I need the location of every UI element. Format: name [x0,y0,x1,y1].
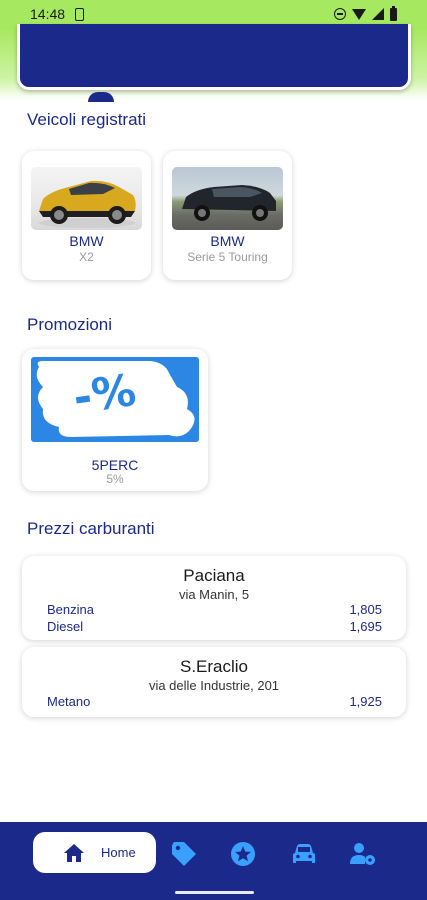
fuel-row: Diesel 1,695 [47,619,382,634]
promotion-value: 5% [106,472,124,486]
vehicle-photo-x2 [31,167,142,230]
tag-icon[interactable] [171,841,197,867]
sim-icon [75,7,85,21]
fuel-price: 1,695 [349,619,382,634]
fuel-row: Metano 1,925 [47,694,382,709]
fuel-price: 1,925 [349,694,382,709]
vehicle-model: Serie 5 Touring [187,250,268,264]
battery-icon [390,5,397,21]
status-time: 14:48 [30,6,66,22]
fuel-section-title: Prezzi carburanti [27,519,155,538]
header-banner [17,24,411,90]
station-name: S.Eraclio [179,657,249,676]
nav-home-label: Home [101,845,136,860]
station-card-paciana[interactable]: Paciana via Manin, 5 Benzina 1,805 Diese… [22,556,406,640]
vehicle-card-serie5[interactable]: BMW Serie 5 Touring [163,151,292,280]
promotion-image-text: -% [70,365,139,424]
gesture-bar [175,891,254,894]
signal-icon [372,8,384,20]
promotions-section-title: Promozioni [27,315,113,334]
wifi-icon [352,8,366,20]
station-address: via delle Industrie, 201 [148,678,280,693]
star-icon[interactable] [230,841,256,867]
fuel-type: Benzina [47,602,94,617]
fuel-type: Metano [47,694,91,709]
vehicle-brand: BMW [69,233,104,249]
user-settings-icon[interactable] [350,841,376,867]
vehicle-brand: BMW [210,233,245,249]
station-address: via Manin, 5 [178,587,250,602]
bottom-navigation: Home [0,822,427,900]
promotion-code: 5PERC [91,457,139,473]
promotion-image: -% [31,357,199,442]
vehicle-model: X2 [79,250,94,264]
car-image [39,180,136,228]
vehicle-photo-serie5 [172,167,283,230]
do-not-disturb-icon [334,8,346,20]
home-icon [64,843,84,862]
car-icon[interactable] [291,841,317,867]
fuel-price: 1,805 [349,602,382,617]
nav-home-button[interactable]: Home [33,832,156,873]
fuel-type: Diesel [47,619,84,634]
station-card-seraclio[interactable]: S.Eraclio via delle Industrie, 201 Metan… [22,647,406,717]
car-image [182,185,276,221]
discount-ticket-icon: -% [36,361,195,437]
fuel-row: Benzina 1,805 [47,602,382,617]
station-name: Paciana [183,566,245,585]
promotion-card[interactable]: -% 5PERC 5% [22,349,208,491]
vehicles-section-title: Veicoli registrati [27,110,147,129]
vehicle-card-x2[interactable]: BMW X2 [22,151,151,280]
header-avatar-peek [88,92,114,102]
